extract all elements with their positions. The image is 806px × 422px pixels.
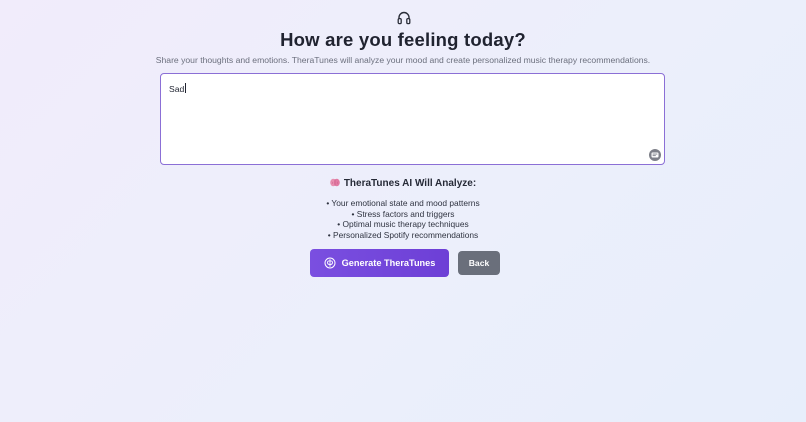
mood-textarea[interactable]: Sad [160, 73, 665, 165]
headphones-icon [397, 10, 411, 26]
analysis-item: • Stress factors and triggers [351, 208, 455, 219]
brain-outline-icon [324, 257, 336, 269]
page-subtitle: Share your thoughts and emotions. TheraT… [155, 55, 651, 65]
analysis-list: • Your emotional state and mood patterns… [0, 198, 806, 240]
mood-text-value: Sad [169, 83, 187, 94]
analysis-heading-text: TheraTunes AI Will Analyze: [343, 178, 477, 189]
grammar-assist-icon[interactable] [649, 149, 661, 161]
mood-entry-page: How are you feeling today? Share your th… [0, 0, 806, 422]
text-caret [185, 83, 187, 93]
analysis-item: • Your emotional state and mood patterns [326, 198, 480, 208]
back-button[interactable]: Back [458, 251, 500, 275]
generate-button-label: Generate TheraTunes [341, 258, 436, 268]
back-button-label: Back [468, 258, 490, 268]
analysis-item: • Personalized Spotify recommendations [327, 229, 479, 240]
analysis-item: • Optimal music therapy techniques [337, 219, 469, 229]
analysis-heading: TheraTunes AI Will Analyze: [0, 178, 806, 189]
mood-text: Sad [169, 84, 185, 94]
brain-icon [330, 178, 340, 187]
page-title: How are you feeling today? [280, 29, 526, 50]
generate-theratunes-button[interactable]: Generate TheraTunes [310, 249, 449, 277]
